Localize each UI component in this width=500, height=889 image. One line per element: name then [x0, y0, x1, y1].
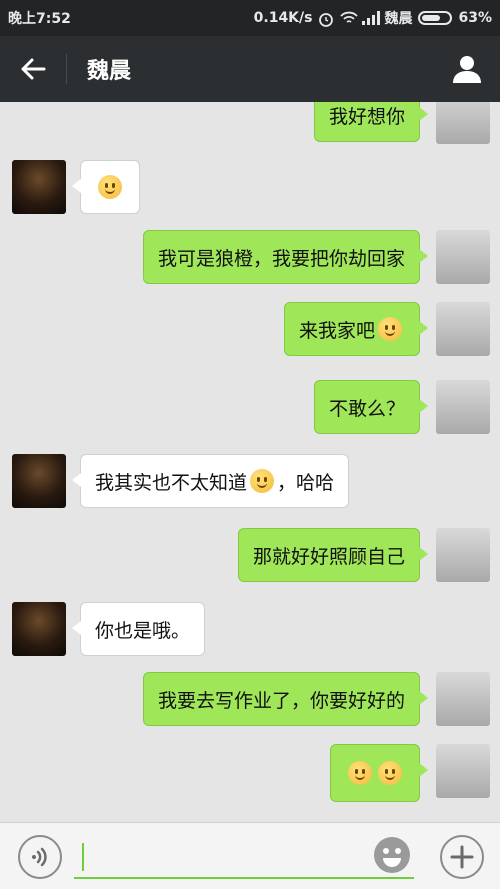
emoji-icon [383, 848, 401, 867]
alarm-icon [318, 11, 334, 27]
message-bubble-sent[interactable]: 来我家吧 [283, 302, 429, 356]
chat-title: 魏晨 [87, 58, 132, 84]
self-avatar[interactable] [436, 380, 490, 434]
embarrassed-emoji-icon [250, 469, 275, 493]
header-divider [66, 54, 67, 84]
message-bubble-sent[interactable] [330, 744, 428, 802]
kiss-emoji-icon [348, 761, 372, 785]
self-avatar[interactable] [436, 302, 490, 356]
message-bubble-received[interactable]: 你也是哦。 [71, 602, 206, 656]
signal-icon [362, 11, 381, 25]
self-avatar[interactable] [436, 230, 490, 284]
kiss-emoji-icon [378, 761, 402, 785]
self-avatar[interactable] [436, 744, 490, 798]
message-bubble-received[interactable]: 我其实也不太知道 ，哈哈 [71, 454, 350, 508]
back-button[interactable] [0, 36, 66, 102]
message-bubble-sent[interactable]: 我好想你 [313, 102, 429, 142]
message-bubble-sent[interactable]: 我可是狼橙，我要把你劫回家 [142, 230, 429, 284]
carrier-name: 魏晨 [384, 11, 413, 27]
battery-icon [418, 11, 453, 25]
message-bubble-received[interactable] [72, 160, 140, 214]
back-arrow-icon [21, 58, 46, 80]
self-avatar[interactable] [436, 672, 490, 726]
chat-messages[interactable]: 我好想你 我可是狼橙，我要把你劫回家 来我家吧 不敢么？ 我其实也不太知道 ，哈… [0, 102, 500, 822]
status-right: 0.14K/s 魏晨 63% [254, 8, 492, 28]
message-bubble-sent[interactable]: 那就好好照顾自己 [237, 528, 429, 582]
plus-icon [450, 845, 474, 869]
more-actions-button[interactable] [440, 835, 484, 879]
battery-percent: 63% [458, 10, 492, 26]
self-avatar[interactable] [436, 102, 490, 144]
smile-emoji-icon [98, 175, 122, 199]
wifi-icon [340, 11, 359, 25]
contact-avatar[interactable] [12, 160, 66, 214]
contact-avatar[interactable] [12, 454, 66, 508]
status-bar: 晚上7:52 0.14K/s 魏晨 63% [0, 0, 500, 36]
message-input[interactable] [74, 837, 414, 879]
network-speed: 0.14K/s [253, 10, 313, 26]
chat-header: 魏晨 [0, 36, 500, 102]
text-cursor [82, 843, 84, 871]
contact-info-button[interactable] [434, 36, 500, 102]
input-bar [0, 822, 500, 889]
voice-icon [32, 847, 47, 867]
smirk-emoji-icon [378, 317, 402, 341]
emoji-button[interactable] [374, 837, 410, 873]
self-avatar[interactable] [436, 528, 490, 582]
contact-avatar[interactable] [12, 602, 66, 656]
voice-input-button[interactable] [18, 835, 62, 879]
status-time: 晚上7:52 [8, 11, 71, 27]
person-icon [453, 56, 481, 83]
message-bubble-sent[interactable]: 我要去写作业了，你要好好的 [142, 672, 429, 726]
message-bubble-sent[interactable]: 不敢么？ [313, 380, 429, 434]
